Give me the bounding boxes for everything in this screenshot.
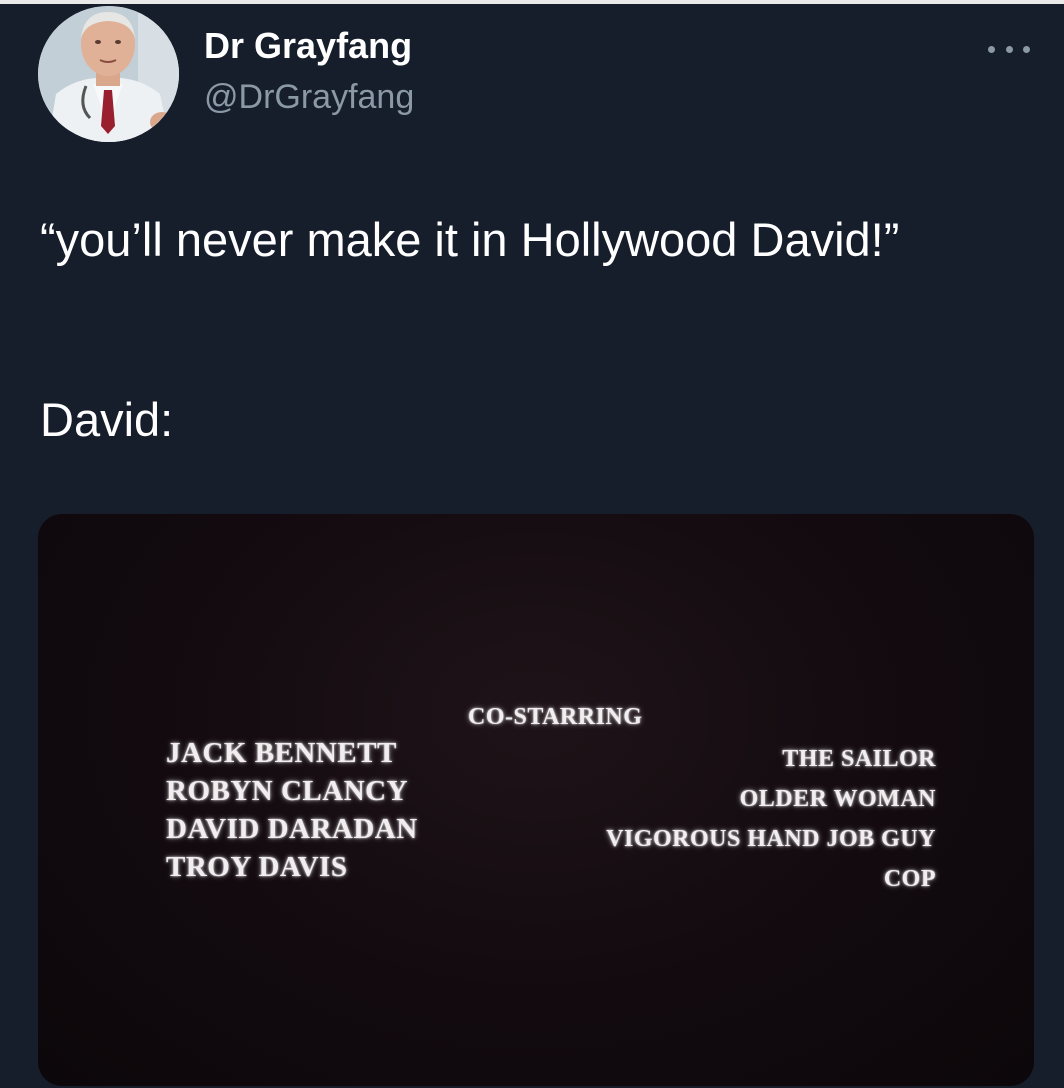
credits-heading: CO-STARRING: [468, 704, 643, 730]
tweet-card: Dr Grayfang @DrGrayfang “you’ll never ma…: [0, 4, 1064, 1088]
role-name: OLDER WOMAN: [739, 786, 936, 812]
actor-name: DAVID DARADAN: [166, 813, 418, 845]
tweet-text-followup: David:: [40, 393, 174, 446]
avatar[interactable]: [38, 6, 179, 142]
dot: [1005, 45, 1013, 53]
dot: [1023, 45, 1030, 53]
credits-actors: JACK BENNETT ROBYN CLANCY DAVID DARADAN …: [166, 734, 418, 886]
author-display-name[interactable]: Dr Grayfang: [204, 24, 412, 68]
dot: [988, 45, 995, 53]
author-handle[interactable]: @DrGrayfang: [204, 76, 414, 118]
more-horizontal-icon[interactable]: [988, 42, 1030, 56]
tweet-text: “you’ll never make it in Hollywood David…: [40, 213, 900, 266]
role-name: THE SAILOR: [782, 746, 936, 772]
profile-photo: [38, 6, 179, 142]
actor-name: TROY DAVIS: [166, 851, 348, 883]
role-name: COP: [883, 866, 936, 892]
role-name: VIGOROUS HAND JOB GUY: [606, 826, 936, 852]
actor-name: JACK BENNETT: [166, 737, 397, 769]
credits-roles: THE SAILOR OLDER WOMAN VIGOROUS HAND JOB…: [606, 739, 936, 899]
tweet-media-image[interactable]: CO-STARRING JACK BENNETT ROBYN CLANCY DA…: [38, 514, 1034, 1086]
actor-name: ROBYN CLANCY: [166, 775, 409, 807]
